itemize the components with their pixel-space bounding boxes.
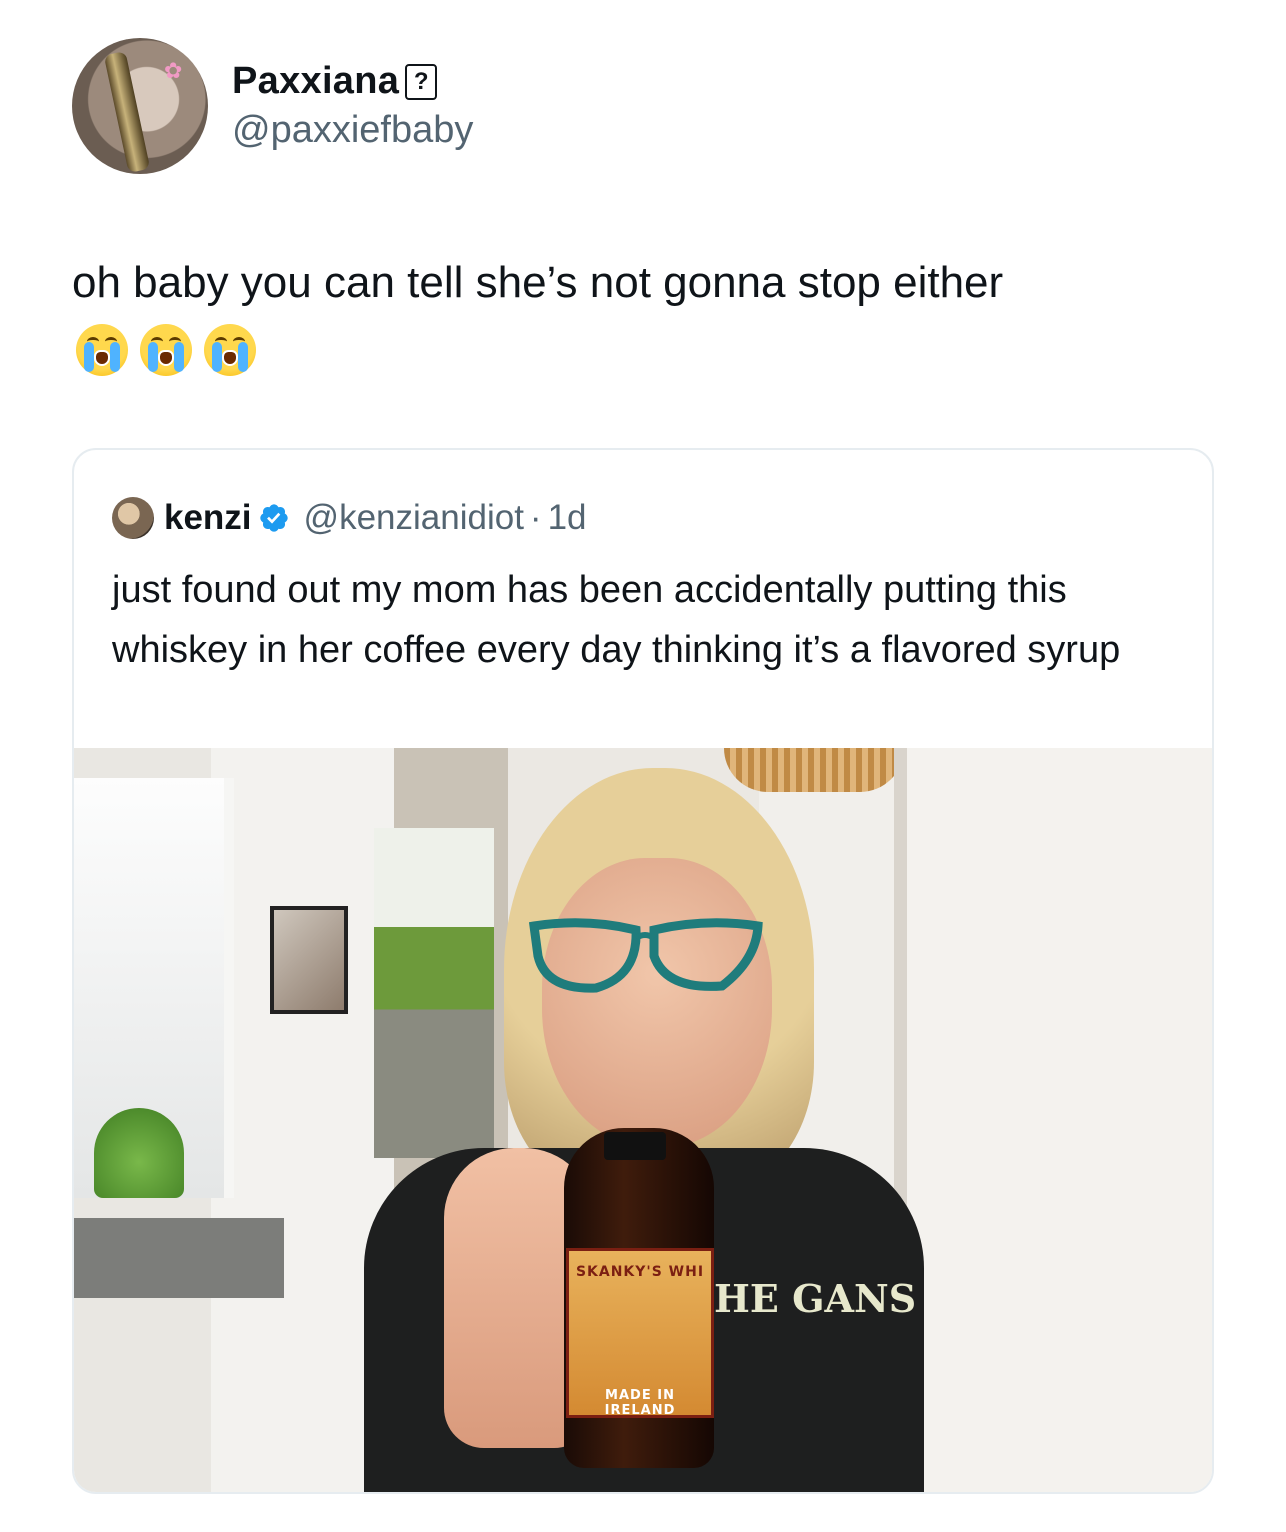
quoted-tweet-text: just found out my mom has been accidenta…	[112, 569, 1121, 671]
handle[interactable]: @paxxiefbaby	[232, 109, 473, 152]
loudly-crying-face-icon	[76, 324, 128, 376]
shirt-print-text: HE GANS	[714, 1276, 917, 1321]
photo-plant	[94, 1108, 184, 1198]
unknown-glyph-icon: ?	[405, 63, 438, 100]
photo-glasses	[528, 918, 763, 993]
quoted-avatar[interactable]	[112, 497, 154, 539]
quoted-tweet-card[interactable]: kenzi @kenzianidiot · 1d just found out …	[72, 448, 1214, 1494]
photo-bottle-cap	[604, 1132, 666, 1160]
quoted-tweet-header: kenzi @kenzianidiot · 1d	[112, 496, 587, 540]
avatar[interactable]: ✿	[72, 38, 208, 174]
photo-door	[894, 748, 1212, 1492]
bottle-label-bottom: MADE IN IRELAND	[604, 1388, 676, 1418]
flower-icon: ✿	[164, 58, 183, 83]
display-name-row: Paxxiana ?	[232, 60, 473, 103]
display-name[interactable]: Paxxiana	[232, 60, 399, 103]
quoted-tweet-photo[interactable]: SKANKY'S WHI MADE IN IRELAND HE GANS	[74, 748, 1212, 1492]
photo-counter	[74, 1218, 284, 1298]
photo-picture-frame	[270, 906, 348, 1014]
photo-lamp	[724, 748, 904, 792]
timestamp-separator: ·	[529, 498, 542, 537]
verified-badge-icon	[259, 504, 288, 532]
tweet-text: oh baby you can tell she’s not gonna sto…	[72, 258, 1004, 307]
avatar-photo	[103, 51, 151, 173]
emoji-row	[76, 324, 256, 376]
author-text: Paxxiana ? @paxxiefbaby	[232, 60, 473, 152]
quoted-display-name[interactable]: kenzi	[164, 498, 252, 538]
bottle-label-top: SKANKY'S WHI	[575, 1264, 705, 1280]
loudly-crying-face-icon	[204, 324, 256, 376]
loudly-crying-face-icon	[140, 324, 192, 376]
quoted-timestamp[interactable]: 1d	[548, 498, 587, 538]
photo-face	[542, 858, 772, 1148]
photo-shelf	[374, 828, 494, 1158]
tweet-author: ✿ Paxxiana ? @paxxiefbaby	[72, 38, 473, 174]
quoted-handle[interactable]: @kenzianidiot	[304, 498, 524, 538]
